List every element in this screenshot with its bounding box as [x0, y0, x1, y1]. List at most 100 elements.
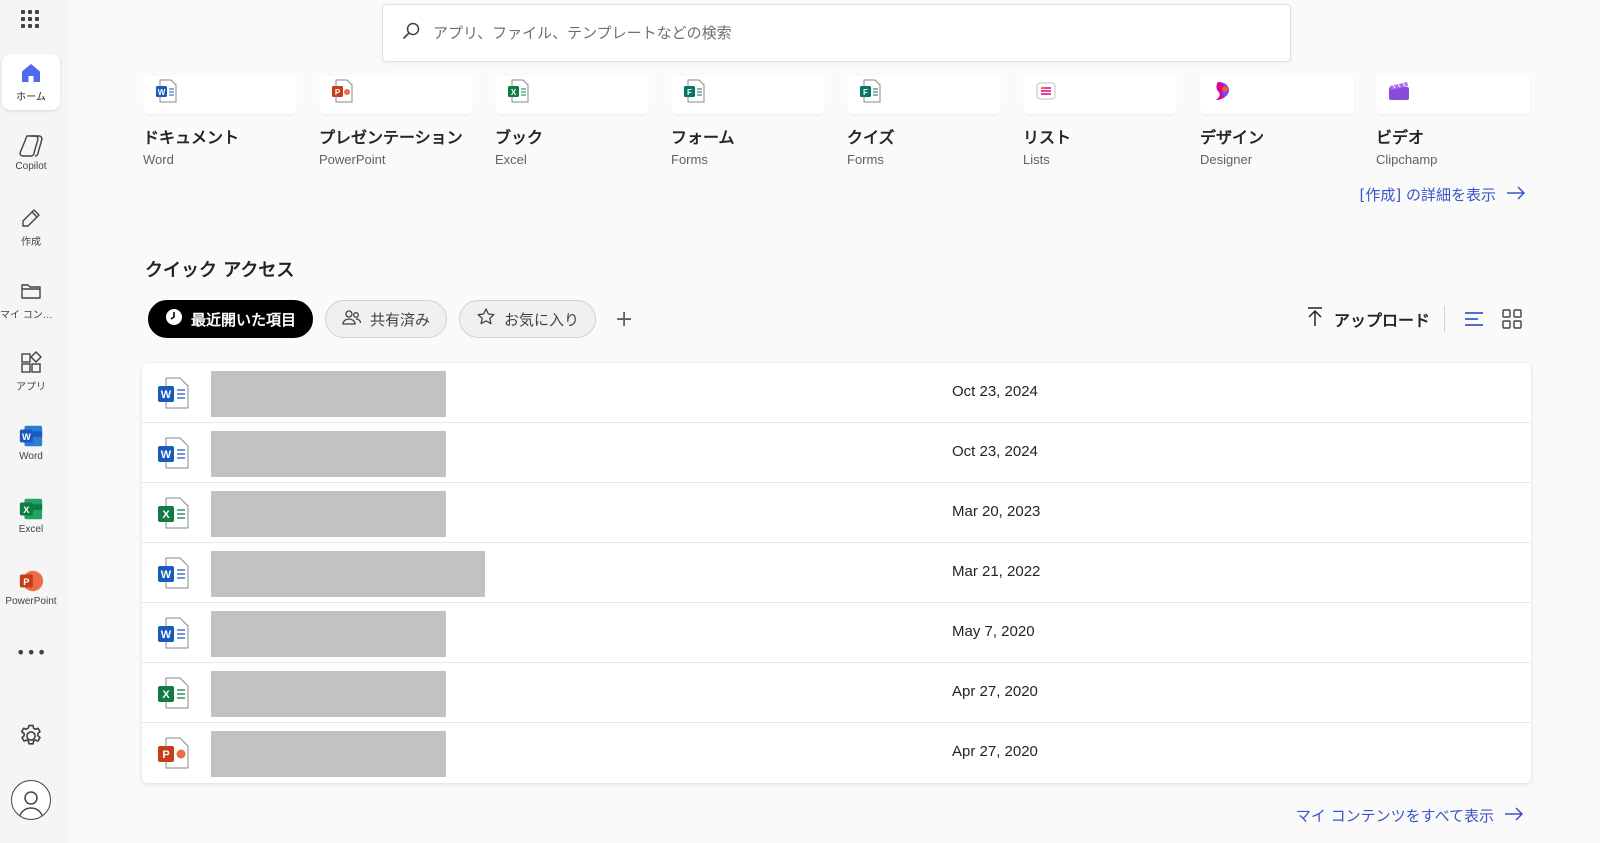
apps-icon: [18, 350, 44, 376]
svg-text:X: X: [511, 88, 517, 97]
svg-text:W: W: [161, 569, 172, 581]
svg-text:X: X: [162, 509, 170, 521]
pen-icon: [18, 205, 44, 231]
create-thumbnail: [1023, 76, 1177, 114]
svg-text:X: X: [23, 505, 30, 515]
rail-item-create[interactable]: 作成: [2, 199, 60, 255]
create-thumbnail: [1376, 76, 1530, 114]
create-card-title: ブック: [495, 128, 544, 147]
filter-favorites[interactable]: お気に入り: [459, 300, 597, 338]
table-row[interactable]: W Oct 23, 2024: [142, 423, 1531, 483]
designer-icon: [1210, 78, 1236, 104]
table-row[interactable]: X Apr 27, 2020: [142, 663, 1531, 723]
rail-label: 作成: [21, 237, 41, 248]
create-card-document[interactable]: W ドキュメント Word: [143, 76, 297, 167]
create-card-app: Word: [143, 152, 174, 167]
divider: [1444, 306, 1445, 332]
file-date: Oct 23, 2024: [952, 383, 1038, 400]
create-card-workbook[interactable]: X ブック Excel: [495, 76, 649, 167]
file-name-redacted: [211, 371, 446, 417]
create-thumbnail: F: [847, 76, 1001, 114]
search-input[interactable]: [433, 24, 1233, 42]
powerpoint-icon: P: [329, 78, 355, 104]
create-card-app: Forms: [671, 152, 708, 167]
more-apps-icon[interactable]: •••: [16, 645, 46, 662]
file-date: Apr 27, 2020: [952, 683, 1038, 700]
create-card-title: プレゼンテーション: [319, 128, 463, 147]
search-box[interactable]: [382, 4, 1291, 62]
table-row[interactable]: W May 7, 2020: [142, 603, 1531, 663]
upload-label: アップロード: [1334, 311, 1431, 330]
table-row[interactable]: X Mar 20, 2023: [142, 483, 1531, 543]
create-more-label: [作成] の詳細を表示: [1359, 186, 1496, 204]
section-title: クイック アクセス: [145, 260, 295, 281]
search-icon: [401, 21, 421, 45]
rail-item-my-content[interactable]: マイ コンテンツ: [0, 272, 62, 328]
rail-item-home[interactable]: ホーム: [2, 54, 60, 110]
file-date: Oct 23, 2024: [952, 443, 1038, 460]
filter-recent[interactable]: 最近開いた項目: [148, 300, 314, 338]
create-card-presentation[interactable]: P プレゼンテーション PowerPoint: [319, 76, 473, 167]
create-card-list[interactable]: リスト Lists: [1023, 76, 1177, 167]
create-more-link[interactable]: [作成] の詳細を表示: [1360, 184, 1526, 205]
rail-item-word[interactable]: W Word: [2, 417, 60, 473]
excel-file-icon: X: [156, 676, 190, 710]
app-launcher-icon[interactable]: [19, 8, 41, 30]
create-card-title: リスト: [1023, 128, 1072, 147]
add-filter-button[interactable]: +: [608, 303, 640, 335]
create-card-app: Clipchamp: [1376, 152, 1438, 167]
word-icon: W: [18, 423, 44, 449]
table-row[interactable]: W Oct 23, 2024: [142, 363, 1531, 423]
create-card-title: フォーム: [671, 128, 735, 147]
word-file-icon: W: [156, 436, 190, 470]
folder-icon: [18, 278, 44, 304]
file-name-redacted: [211, 671, 446, 717]
excel-icon: X: [505, 78, 531, 104]
file-name-redacted: [211, 731, 446, 777]
svg-text:P: P: [162, 749, 169, 761]
create-card-design[interactable]: デザイン Designer: [1200, 76, 1354, 167]
file-date: May 7, 2020: [952, 623, 1035, 640]
rail-item-powerpoint[interactable]: P PowerPoint: [2, 562, 60, 618]
people-icon: [342, 308, 362, 330]
filter-shared[interactable]: 共有済み: [325, 300, 448, 338]
svg-text:F: F: [863, 88, 868, 97]
view-all-label: マイ コンテンツをすべて表示: [1295, 807, 1494, 825]
gear-icon[interactable]: [17, 722, 45, 750]
word-file-icon: W: [156, 376, 190, 410]
grid-view-icon[interactable]: [1500, 307, 1524, 331]
svg-text:P: P: [23, 577, 29, 587]
rail-label: Copilot: [15, 161, 47, 172]
create-card-video[interactable]: ビデオ Clipchamp: [1376, 76, 1530, 167]
rail-item-excel[interactable]: X Excel: [2, 490, 60, 546]
create-card-title: クイズ: [847, 128, 895, 147]
forms-icon: F: [681, 78, 707, 104]
create-thumbnail: W: [143, 76, 297, 114]
excel-file-icon: X: [156, 496, 190, 530]
rail-item-apps[interactable]: アプリ: [2, 344, 60, 400]
file-name-redacted: [211, 611, 446, 657]
arrow-right-icon: [1506, 185, 1526, 205]
create-card-form[interactable]: F フォーム Forms: [671, 76, 825, 167]
file-list: W Oct 23, 2024 W Oct 23, 2024 X Mar 20, …: [142, 363, 1531, 783]
view-all-content-link[interactable]: マイ コンテンツをすべて表示: [1296, 805, 1524, 826]
left-rail: ホーム Copilot 作成 マイ コンテンツ アプリ W Word X: [0, 0, 62, 843]
table-row[interactable]: W Mar 21, 2022: [142, 543, 1531, 603]
avatar[interactable]: [11, 780, 51, 820]
upload-button[interactable]: アップロード: [1306, 304, 1430, 334]
list-view-icon[interactable]: [1462, 307, 1486, 331]
create-card-title: ドキュメント: [143, 128, 240, 147]
filter-label: 最近開いた項目: [191, 310, 297, 329]
create-card-title: ビデオ: [1376, 128, 1425, 147]
rail-item-copilot[interactable]: Copilot: [2, 127, 60, 183]
rail-label: Excel: [18, 524, 44, 535]
file-name-redacted: [211, 491, 446, 537]
table-row[interactable]: P Apr 27, 2020: [142, 723, 1531, 783]
svg-text:W: W: [161, 389, 172, 401]
create-card-app: Forms: [847, 152, 884, 167]
arrow-right-icon: [1504, 806, 1524, 826]
create-card-quiz[interactable]: F クイズ Forms: [847, 76, 1001, 167]
powerpoint-file-icon: P: [156, 736, 190, 770]
svg-text:F: F: [687, 88, 692, 97]
svg-text:P: P: [335, 88, 341, 97]
